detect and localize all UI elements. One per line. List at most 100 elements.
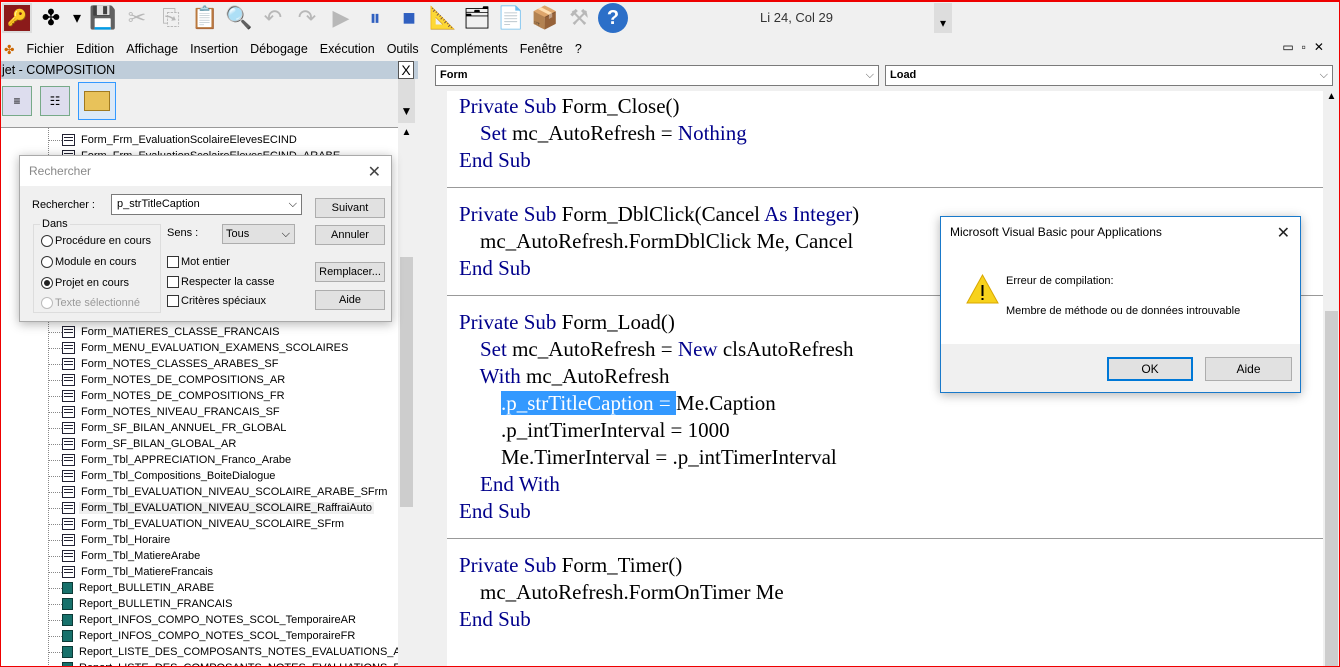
view-object-icon[interactable]: ☷: [40, 86, 70, 116]
toolbar-options-button[interactable]: ▾: [934, 3, 952, 33]
code-line[interactable]: Private Sub Form_Close(): [459, 93, 680, 120]
menu-0[interactable]: Fichier: [26, 42, 64, 56]
menu-8[interactable]: Fenêtre: [520, 42, 563, 56]
menu-6[interactable]: Outils: [387, 42, 419, 56]
toggle-folders-icon[interactable]: [78, 82, 116, 120]
tree-item[interactable]: Form_NOTES_NIVEAU_FRANCAIS_SF: [48, 404, 282, 420]
run-icon[interactable]: ▶: [326, 3, 356, 33]
ok-button[interactable]: OK: [1107, 357, 1193, 381]
help-button[interactable]: Aide: [1205, 357, 1292, 381]
dropdown-arrow-icon[interactable]: ▾: [70, 3, 84, 33]
tree-item[interactable]: Form_Tbl_EVALUATION_NIVEAU_SCOLAIRE_Raff…: [48, 500, 374, 516]
object-browser-icon[interactable]: 📦: [530, 3, 560, 33]
code-line[interactable]: Me.TimerInterval = .p_intTimerInterval: [459, 444, 837, 471]
tree-item[interactable]: Form_Frm_EvaluationScolaireElevesECIND: [48, 132, 299, 148]
tree-item[interactable]: Form_Tbl_MatiereArabe: [48, 548, 202, 564]
tree-item[interactable]: Form_SF_BILAN_ANNUEL_FR_GLOBAL: [48, 420, 288, 436]
tree-item[interactable]: Form_Tbl_EVALUATION_NIVEAU_SCOLAIRE_SFrm: [48, 516, 346, 532]
redo-icon[interactable]: ↷: [292, 3, 322, 33]
project-scrollbar[interactable]: ▲: [398, 127, 415, 667]
view-code-icon[interactable]: ≡: [2, 86, 32, 116]
code-line[interactable]: .p_strTitleCaption = Me.Caption: [459, 390, 776, 417]
next-button[interactable]: Suivant: [315, 198, 385, 218]
vba-icon[interactable]: ✤: [4, 42, 14, 57]
close-icon[interactable]: ✕: [1277, 223, 1290, 243]
copy-icon[interactable]: ⎘: [156, 3, 186, 33]
menu-3[interactable]: Insertion: [190, 42, 238, 56]
checkbox-match-case[interactable]: Respecter la casse: [167, 276, 275, 288]
tree-item[interactable]: Form_Tbl_EVALUATION_NIVEAU_SCOLAIRE_ARAB…: [48, 484, 389, 500]
code-line[interactable]: .p_intTimerInterval = 1000: [459, 417, 730, 444]
menu-1[interactable]: Edition: [76, 42, 114, 56]
chevron-down-icon[interactable]: ⌵: [289, 195, 297, 214]
code-line[interactable]: Private Sub Form_Timer(): [459, 552, 682, 579]
tree-item[interactable]: Report_INFOS_COMPO_NOTES_SCOL_Temporaire…: [48, 628, 357, 644]
toolbox-icon[interactable]: ⚒: [564, 3, 594, 33]
scrollbar-thumb[interactable]: [400, 257, 413, 507]
code-line[interactable]: Set mc_AutoRefresh = New clsAutoRefresh: [459, 336, 853, 363]
code-line[interactable]: Private Sub Form_DblClick(Cancel As Inte…: [459, 201, 859, 228]
code-line[interactable]: End Sub: [459, 255, 531, 282]
procedure-combo[interactable]: Load ⌵: [885, 65, 1333, 86]
tree-item[interactable]: Form_MATIERES_CLASSE_FRANCAIS: [48, 324, 281, 340]
properties-icon[interactable]: 📄: [496, 3, 526, 33]
scroll-down-button[interactable]: ▼: [398, 79, 415, 123]
menu-4[interactable]: Débogage: [250, 42, 308, 56]
tree-item[interactable]: Form_SF_BILAN_GLOBAL_AR: [48, 436, 238, 452]
object-combo[interactable]: Form ⌵: [435, 65, 879, 86]
cancel-button[interactable]: Annuler: [315, 225, 385, 245]
paste-icon[interactable]: 📋: [190, 3, 220, 33]
tree-item[interactable]: Form_Tbl_Horaire: [48, 532, 172, 548]
code-line[interactable]: Set mc_AutoRefresh = Nothing: [459, 120, 747, 147]
project-explorer-icon[interactable]: 🗂: [462, 3, 492, 33]
code-line[interactable]: Private Sub Form_Load(): [459, 309, 675, 336]
undo-icon[interactable]: ↶: [258, 3, 288, 33]
tree-item[interactable]: Report_LISTE_DES_COMPOSANTS_NOTES_EVALUA…: [48, 660, 398, 667]
radio-project[interactable]: Projet en cours: [41, 277, 129, 289]
tree-item[interactable]: Form_Tbl_APPRECIATION_Franco_Arabe: [48, 452, 293, 468]
checkbox-whole-word[interactable]: Mot entier: [167, 256, 230, 268]
scrollbar-thumb[interactable]: [1325, 311, 1338, 667]
close-icon[interactable]: ✕: [368, 162, 381, 182]
menu-9[interactable]: ?: [575, 42, 582, 56]
menu-7[interactable]: Compléments: [431, 42, 508, 56]
tree-item[interactable]: Report_BULLETIN_FRANCAIS: [48, 596, 234, 612]
code-line[interactable]: mc_AutoRefresh.FormOnTimer Me: [459, 579, 784, 606]
replace-button[interactable]: Remplacer...: [315, 262, 385, 282]
help-icon[interactable]: ?: [598, 3, 628, 33]
window-controls[interactable]: ▭▫✕: [1282, 40, 1332, 54]
help-button[interactable]: Aide: [315, 290, 385, 310]
tree-item[interactable]: Report_INFOS_COMPO_NOTES_SCOL_Temporaire…: [48, 612, 358, 628]
code-line[interactable]: End With: [459, 471, 560, 498]
tree-item[interactable]: Form_MENU_EVALUATION_EXAMENS_SCOLAIRES: [48, 340, 350, 356]
close-icon[interactable]: X: [398, 61, 414, 79]
tree-item[interactable]: Report_BULLETIN_ARABE: [48, 580, 216, 596]
tree-item[interactable]: Report_LISTE_DES_COMPOSANTS_NOTES_EVALUA…: [48, 644, 398, 660]
tree-item[interactable]: Form_Tbl_MatiereFrancais: [48, 564, 215, 580]
menu-2[interactable]: Affichage: [126, 42, 178, 56]
radio-module[interactable]: Module en cours: [41, 256, 136, 268]
design-mode-icon[interactable]: 📐: [428, 3, 458, 33]
direction-select[interactable]: Tous ⌵: [222, 224, 295, 244]
save-icon[interactable]: 💾: [88, 3, 118, 33]
tree-item[interactable]: Form_NOTES_DE_COMPOSITIONS_FR: [48, 388, 287, 404]
radio-procedure[interactable]: Procédure en cours: [41, 235, 151, 247]
code-line[interactable]: End Sub: [459, 147, 531, 174]
access-icon[interactable]: 🔑: [2, 3, 32, 33]
cut-icon[interactable]: ✂: [122, 3, 152, 33]
stop-icon[interactable]: ■: [394, 3, 424, 33]
code-line[interactable]: End Sub: [459, 498, 531, 525]
checkbox-pattern[interactable]: Critères spéciaux: [167, 295, 266, 307]
tree-item[interactable]: Form_Tbl_Compositions_BoiteDialogue: [48, 468, 277, 484]
find-input[interactable]: p_strTitleCaption ⌵: [111, 194, 302, 215]
code-line[interactable]: mc_AutoRefresh.FormDblClick Me, Cancel: [459, 228, 853, 255]
code-line[interactable]: End Sub: [459, 606, 531, 633]
pause-icon[interactable]: ⏸: [360, 3, 390, 33]
insert-object-icon[interactable]: ✤: [36, 3, 66, 33]
menu-5[interactable]: Exécution: [320, 42, 375, 56]
tree-item[interactable]: Form_NOTES_DE_COMPOSITIONS_AR: [48, 372, 287, 388]
code-line[interactable]: With mc_AutoRefresh: [459, 363, 670, 390]
code-scrollbar[interactable]: ▲: [1323, 91, 1340, 667]
tree-item[interactable]: Form_NOTES_CLASSES_ARABES_SF: [48, 356, 280, 372]
find-icon[interactable]: 🔍: [224, 3, 254, 33]
